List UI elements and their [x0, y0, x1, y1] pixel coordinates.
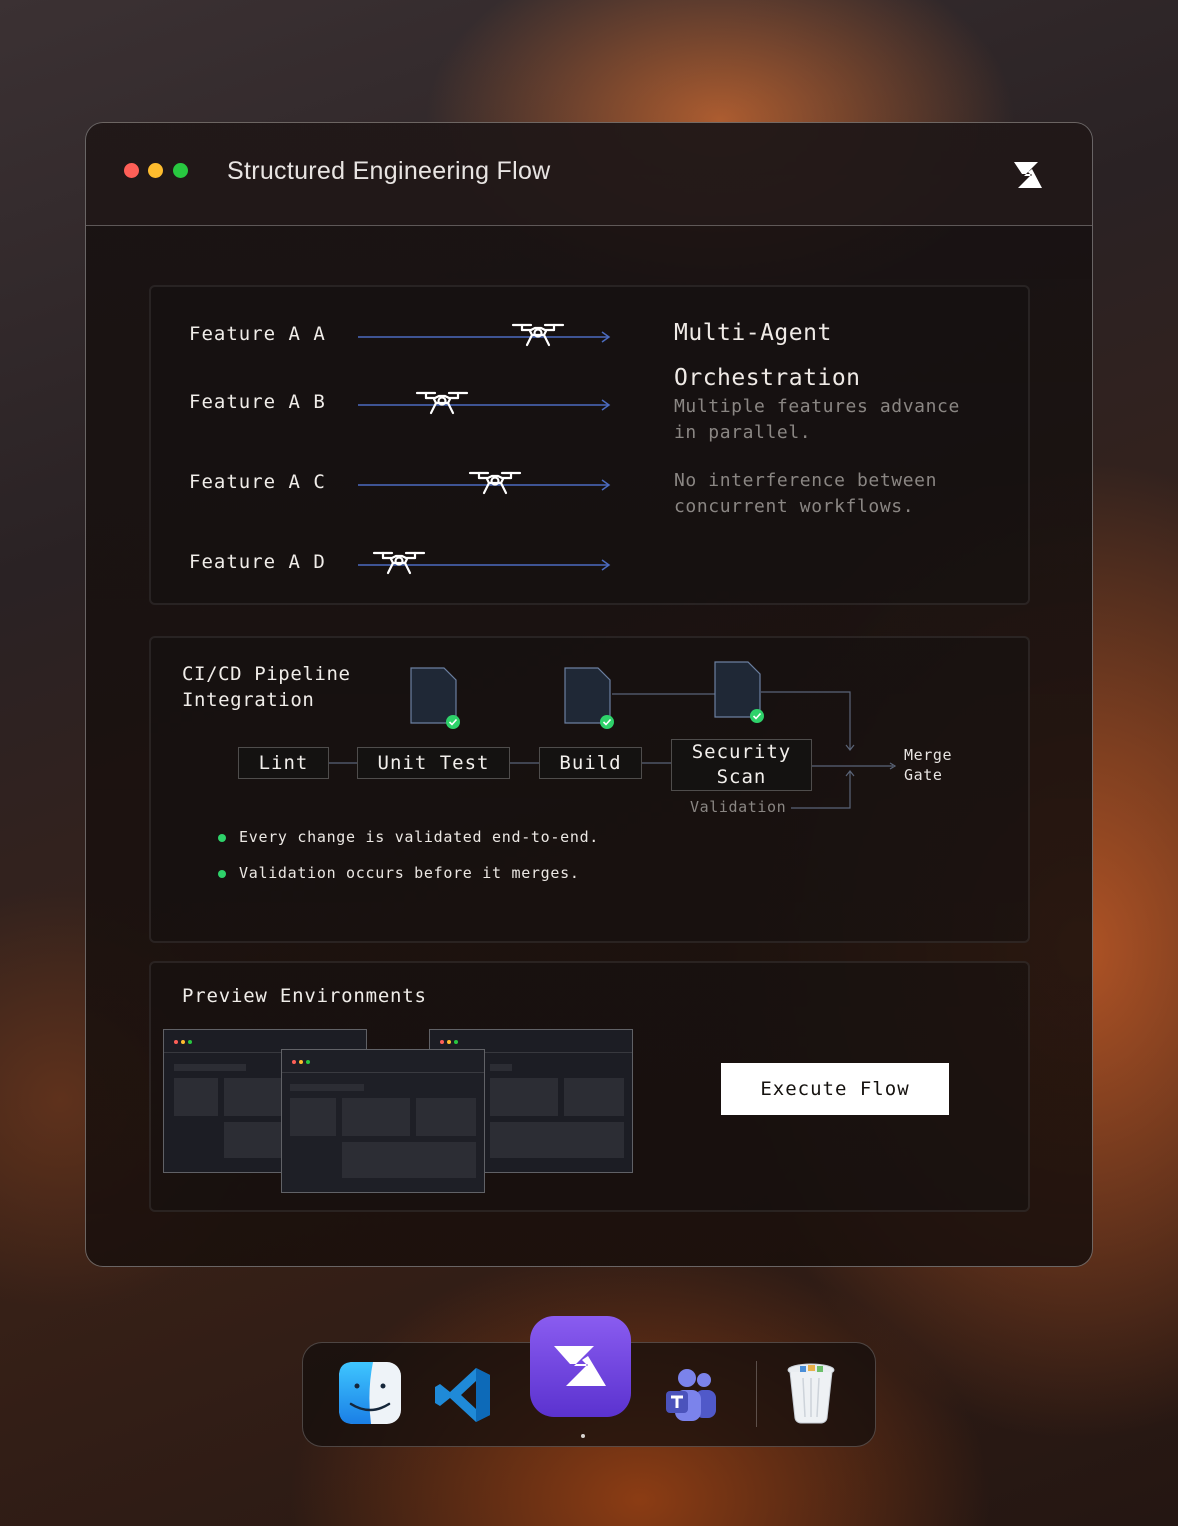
preview-panel: Preview Environments Execute Flow [149, 961, 1030, 1212]
thumbnail-dot [299, 1060, 303, 1064]
pipeline-bullet: Validation occurs before it merges. [218, 864, 580, 882]
stage-build[interactable]: Build [539, 747, 642, 779]
dock-separator [756, 1361, 757, 1427]
feature-lane-arrow [358, 399, 611, 411]
preview-title: Preview Environments [182, 985, 427, 1007]
thumbnail-dot [181, 1040, 185, 1044]
thumbnail-block [174, 1064, 246, 1071]
orchestration-panel: Feature A A Feature A B Feature A C Feat… [149, 285, 1030, 605]
thumbnail-block [416, 1098, 476, 1136]
document-check-icon [564, 667, 614, 729]
thumbnail-dot [454, 1040, 458, 1044]
stage-label-line: Scan [716, 766, 767, 788]
thumbnail-dot [447, 1040, 451, 1044]
app-window: Structured Engineering Flow Feature A A … [85, 122, 1093, 1267]
finder-icon[interactable] [339, 1362, 401, 1424]
feature-label: Feature A D [189, 551, 326, 573]
description-line: in parallel. [674, 422, 812, 443]
stage-unit-test[interactable]: Unit Test [357, 747, 510, 779]
active-app-indicator [581, 1434, 585, 1438]
maximize-window-button[interactable] [173, 163, 188, 178]
description-line: concurrent workflows. [674, 496, 915, 517]
drone-icon [415, 391, 468, 415]
dock [302, 1316, 876, 1447]
thumbnail-dot [174, 1040, 178, 1044]
merge-gate-line: Merge [904, 746, 953, 764]
feature-lane-arrow [358, 331, 611, 343]
window-title: Structured Engineering Flow [227, 157, 551, 185]
stage-label-line: Security [691, 741, 792, 763]
window-titlebar: Structured Engineering Flow [86, 123, 1092, 226]
trash-icon[interactable] [786, 1362, 836, 1424]
document-check-icon [714, 661, 764, 723]
merge-gate-line: Gate [904, 766, 943, 784]
thumbnail-block [174, 1078, 218, 1116]
description-line: Multiple features advance [674, 396, 960, 417]
drone-icon [469, 471, 522, 495]
thumbnail-titlebar [282, 1050, 484, 1073]
feature-label: Feature A A [189, 323, 326, 345]
orchestration-title-line: Multi-Agent [674, 320, 832, 346]
minimize-window-button[interactable] [148, 163, 163, 178]
thumbnail-block [290, 1084, 364, 1091]
thumbnail-block [342, 1142, 476, 1178]
execute-flow-button[interactable]: Execute Flow [721, 1063, 949, 1115]
pipeline-bullet: Every change is validated end-to-end. [217, 828, 600, 846]
preview-window-thumbnail[interactable] [281, 1049, 485, 1193]
drone-icon [372, 551, 425, 575]
thumbnail-dot [292, 1060, 296, 1064]
merge-gate-label: Merge Gate [904, 745, 952, 785]
thumbnail-block [490, 1078, 558, 1116]
pipeline-panel: CI/CD Pipeline Integration Lint Unit Tes… [149, 636, 1030, 943]
thumbnail-block [490, 1064, 512, 1071]
drone-icon [512, 323, 565, 347]
vscode-icon[interactable] [433, 1365, 493, 1425]
zed-logo-icon [1014, 162, 1042, 188]
orchestration-description: Multiple features advance in parallel. [674, 394, 960, 446]
feature-label: Feature A C [189, 471, 326, 493]
close-window-button[interactable] [124, 163, 139, 178]
document-check-icon [410, 667, 460, 729]
zed-app-icon[interactable] [530, 1316, 631, 1417]
description-line: No interference between [674, 470, 938, 491]
thumbnail-block [342, 1098, 410, 1136]
thumbnail-dot [440, 1040, 444, 1044]
thumbnail-dot [306, 1060, 310, 1064]
thumbnail-block [564, 1078, 624, 1116]
feature-label: Feature A B [189, 391, 326, 413]
stage-lint[interactable]: Lint [238, 747, 329, 779]
teams-icon[interactable] [663, 1367, 721, 1425]
orchestration-description: No interference between concurrent workf… [674, 468, 937, 520]
thumbnail-block [490, 1122, 624, 1158]
orchestration-title: Multi-Agent Orchestration [674, 311, 861, 401]
thumbnail-dot [188, 1040, 192, 1044]
stage-security-scan[interactable]: Security Scan [671, 739, 812, 791]
thumbnail-block [290, 1098, 336, 1136]
validation-label: Validation [690, 798, 787, 816]
